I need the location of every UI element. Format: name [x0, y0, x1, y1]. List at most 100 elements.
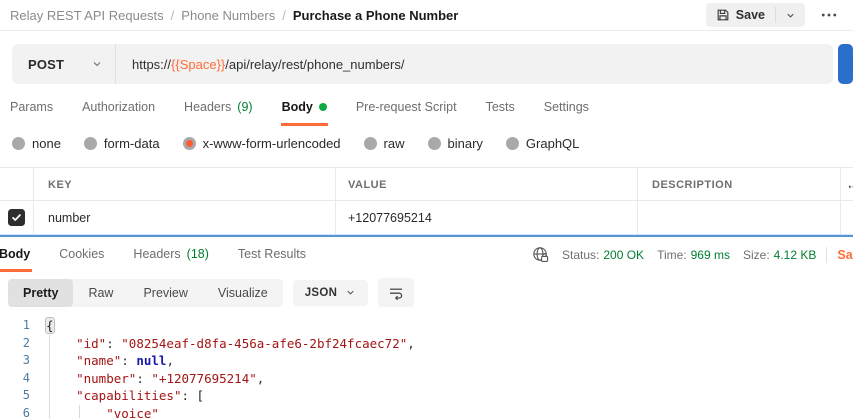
response-tab-cookies[interactable]: Cookies	[57, 244, 106, 272]
code-token: :	[136, 371, 151, 386]
body-mode-selector: none form-data x-www-form-urlencoded raw bin…	[12, 136, 853, 151]
body-mode-form-data[interactable]: form-data	[84, 136, 160, 151]
method-selector[interactable]: POST	[12, 44, 116, 84]
meta-divider	[826, 247, 827, 263]
code-token	[46, 353, 76, 368]
tab-count: (9)	[237, 100, 252, 114]
globe-lock-icon[interactable]	[532, 246, 549, 263]
response-view-toolbar: PrettyRawPreviewVisualize JSON	[8, 278, 853, 307]
table-body: number +12077695214	[0, 201, 853, 234]
code-token: "capabilities"	[76, 388, 181, 403]
more-options-button[interactable]	[819, 10, 839, 20]
url-variable: {{Space}}	[171, 57, 225, 72]
url-box: POST https://{{Space}}/api/relay/rest/ph…	[12, 44, 833, 84]
code-token	[46, 406, 106, 418]
code-token: "voice"	[106, 406, 159, 418]
response-tab-headers[interactable]: Headers (18)	[131, 244, 210, 272]
code-token: "id"	[76, 336, 106, 351]
column-header-description: DESCRIPTION	[637, 168, 840, 200]
size-label: Size:	[743, 248, 770, 262]
code-token: "08254eaf-d8fa-456a-afe6-2bf24fcaec72"	[121, 336, 407, 351]
size-value: 4.12 KB	[774, 248, 817, 262]
breadcrumb-item-relay-rest-api-requests[interactable]: Relay REST API Requests	[10, 8, 164, 23]
response-tab-body[interactable]: Body	[0, 244, 32, 272]
header-actions: Save	[706, 3, 839, 27]
code-lines: 1{2 "id": "08254eaf-d8fa-456a-afe6-2bf24…	[0, 317, 853, 418]
request-tab-tests[interactable]: Tests	[485, 97, 516, 126]
value-value: +12077695214	[348, 211, 432, 225]
chevron-down-icon	[345, 287, 356, 298]
radio-icon	[12, 137, 25, 150]
body-mode-label: binary	[448, 136, 483, 151]
request-tab-body[interactable]: Body	[281, 97, 328, 126]
tab-label: Body	[0, 247, 30, 261]
body-mode-raw[interactable]: raw	[364, 136, 405, 151]
tab-label: Headers	[184, 100, 231, 114]
code-token: "name"	[76, 353, 121, 368]
response-bar: BodyCookiesHeaders(18)Test Results Statu…	[0, 237, 853, 272]
format-selector[interactable]: JSON	[293, 280, 369, 306]
line-number: 6	[0, 405, 30, 418]
chevron-down-icon	[91, 58, 103, 70]
tab-label: Settings	[544, 100, 589, 114]
send-button[interactable]	[838, 44, 853, 84]
request-tab-authorization[interactable]: Authorization	[81, 97, 156, 126]
description-cell[interactable]	[637, 201, 840, 234]
breadcrumb-item-phone-numbers[interactable]: Phone Numbers	[181, 8, 275, 23]
request-tab-headers[interactable]: Headers (9)	[183, 97, 254, 126]
tab-count: (18)	[187, 247, 209, 261]
floppy-disk-icon	[716, 8, 730, 22]
body-mode-label: none	[32, 136, 61, 151]
code-token	[46, 388, 76, 403]
key-cell[interactable]: number	[33, 201, 335, 234]
time-label: Time:	[657, 248, 687, 262]
line-content: "voice"	[46, 405, 159, 418]
code-line: 1{	[0, 317, 853, 335]
row-end-cell	[840, 201, 853, 234]
request-tab-settings[interactable]: Settings	[543, 97, 590, 126]
code-token: [	[197, 388, 205, 403]
body-mode-binary[interactable]: binary	[428, 136, 483, 151]
header-end-cell: ⋯	[840, 168, 853, 200]
wrap-text-button[interactable]	[378, 278, 414, 307]
header-checkbox-cell	[0, 168, 33, 200]
column-header-value: VALUE	[335, 168, 637, 200]
code-line: 2 "id": "08254eaf-d8fa-456a-afe6-2bf24fc…	[0, 335, 853, 353]
view-tab-raw[interactable]: Raw	[73, 279, 128, 307]
view-tab-pretty[interactable]: Pretty	[8, 279, 73, 307]
format-label: JSON	[305, 287, 338, 299]
radio-icon	[364, 137, 377, 150]
body-mode-x-www-form-urlencoded[interactable]: x-www-form-urlencoded	[183, 136, 341, 151]
radio-icon	[183, 137, 196, 150]
response-tab-test-results[interactable]: Test Results	[236, 244, 308, 272]
save-options-button[interactable]	[776, 3, 805, 27]
save-response-button[interactable]: Save Response	[837, 248, 853, 262]
line-number: 1	[0, 317, 30, 335]
view-tab-preview[interactable]: Preview	[128, 279, 202, 307]
line-number: 4	[0, 370, 30, 388]
line-number: 5	[0, 387, 30, 405]
save-button[interactable]: Save	[706, 3, 775, 27]
indent-guide	[79, 405, 80, 418]
urlencoded-table: KEY VALUE DESCRIPTION ⋯ number+120776952…	[0, 167, 853, 234]
row-checkbox[interactable]	[8, 209, 25, 226]
request-tab-pre-request-script[interactable]: Pre-request Script	[355, 97, 458, 126]
request-tabs: Params Authorization Headers (9) Body Pre-req…	[9, 97, 853, 126]
code-line: 5 "capabilities": [	[0, 387, 853, 405]
code-token: :	[181, 388, 196, 403]
table-more-icon[interactable]: ⋯	[848, 180, 853, 193]
request-tab-params[interactable]: Params	[9, 97, 54, 126]
code-line: 3 "name": null,	[0, 352, 853, 370]
code-line: 6 "voice"	[0, 405, 853, 418]
breadcrumb-item-purchase-a-phone-number[interactable]: Purchase a Phone Number	[293, 8, 458, 23]
value-cell[interactable]: +12077695214	[335, 201, 637, 234]
body-mode-label: x-www-form-urlencoded	[203, 136, 341, 151]
body-mode-graphql[interactable]: GraphQL	[506, 136, 579, 151]
code-token: {	[46, 318, 54, 333]
body-mode-none[interactable]: none	[12, 136, 61, 151]
tab-label: Headers	[133, 247, 180, 261]
view-tab-visualize[interactable]: Visualize	[203, 279, 283, 307]
url-input[interactable]: https://{{Space}}/api/relay/rest/phone_n…	[116, 57, 404, 72]
response-body-viewer[interactable]: 1{2 "id": "08254eaf-d8fa-456a-afe6-2bf24…	[0, 317, 853, 418]
tab-label: Body	[282, 100, 313, 114]
